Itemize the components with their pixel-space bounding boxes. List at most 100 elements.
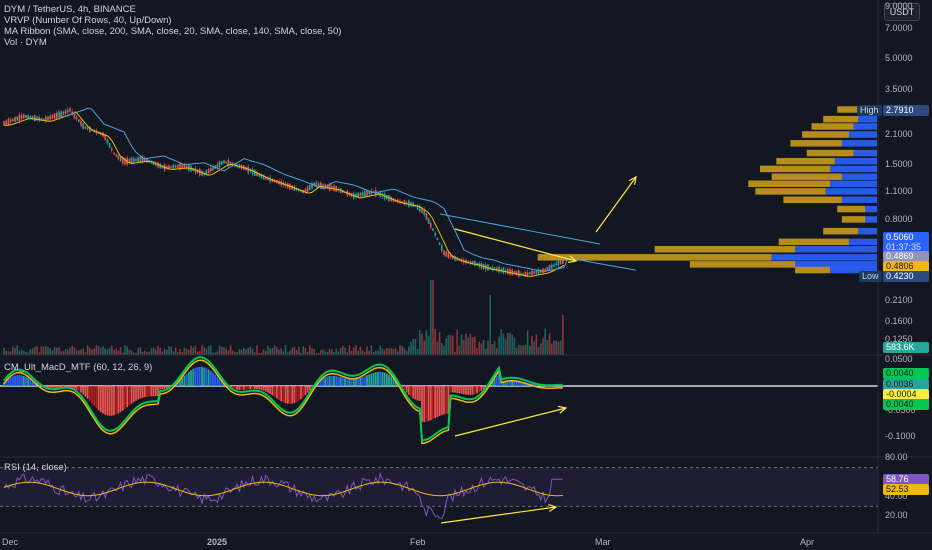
vp-row-down (795, 266, 831, 274)
macd-histogram-bar (124, 386, 126, 409)
macd-histogram-bar (330, 375, 333, 386)
volume-bar (544, 328, 546, 355)
time-tick-label: Apr (800, 537, 815, 547)
volume-bar (381, 347, 384, 355)
candle-body (509, 269, 511, 275)
candle-body (113, 152, 115, 155)
volume-bar (355, 345, 357, 355)
candle-body (108, 143, 111, 148)
volume-bar (555, 340, 557, 355)
macd-histogram-bar (201, 366, 203, 386)
volume-bar (218, 345, 221, 355)
vp-row-down (790, 140, 842, 147)
volume-bars (3, 280, 564, 355)
candle-body (78, 119, 80, 123)
volume-bar (522, 345, 524, 355)
candle-body (53, 113, 56, 119)
vp-row-up (830, 180, 877, 187)
macd-histogram-bar (18, 375, 21, 386)
volume-bar (104, 348, 106, 355)
macd-histogram-bar (9, 377, 12, 386)
macd-histogram-bar (361, 377, 364, 386)
volume-bar (359, 346, 362, 355)
volume-bar (553, 340, 555, 355)
volume-bar (157, 345, 159, 355)
volume-bar (62, 351, 65, 355)
candle-body (507, 268, 509, 274)
macd-histogram-bar (429, 386, 432, 421)
candle-body (408, 200, 410, 207)
volume-bar (452, 335, 454, 355)
candle-body (9, 119, 12, 123)
volume-tick-label: 0.1600 (885, 316, 913, 326)
time-tick-label: 2025 (207, 537, 228, 547)
volume-bar (324, 351, 326, 355)
candle-body (412, 202, 414, 207)
volume-bar (194, 345, 197, 355)
volume-bar (31, 348, 34, 355)
macd-histogram-bar (322, 378, 324, 386)
volume-bar (238, 348, 241, 355)
macd-histogram-bar (119, 386, 122, 413)
volume-bar (293, 346, 296, 355)
volume-bar (276, 347, 278, 355)
symbol-title[interactable]: DYM / TetherUS, 4h, BINANCE (4, 4, 136, 15)
volume-bar (445, 338, 447, 355)
macd-histogram-bar (198, 366, 201, 386)
volume-bar (546, 339, 549, 355)
rsi-legend[interactable]: RSI (14, close) (4, 462, 67, 473)
macd-histogram-bar (372, 372, 375, 386)
volume-bar (469, 333, 472, 355)
volume-bar (75, 350, 78, 355)
volume-bar (511, 334, 513, 355)
volume-bar (309, 345, 311, 355)
macd-histogram-bar (355, 378, 357, 386)
vp-row-up (858, 227, 877, 235)
chart-canvas[interactable] (0, 0, 932, 550)
vp-row-down (654, 246, 796, 253)
volume-bar (427, 335, 430, 355)
candle-body (84, 126, 87, 129)
vrvp-legend[interactable]: VRVP (Number Of Rows, 40, Up/Down) (4, 15, 172, 26)
macd-histogram-bar (196, 367, 199, 386)
volume-bar (438, 331, 441, 355)
macd-histogram-bar (273, 386, 276, 398)
volume-bar (348, 345, 351, 355)
candle-body (526, 272, 529, 276)
macd-histogram-bar (192, 368, 195, 386)
vp-row-down (823, 227, 859, 235)
vp-row-down (811, 123, 854, 130)
volume-legend[interactable]: Vol · DYM (4, 37, 47, 48)
volume-bar (185, 348, 188, 355)
vp-row-up (830, 165, 877, 173)
macd-histogram-bar (440, 386, 443, 416)
candle-body (309, 184, 311, 191)
vp-row-up (865, 205, 877, 213)
macd-histogram-bar (458, 386, 461, 394)
candle-body (557, 260, 560, 266)
macd-histogram-bar (405, 386, 408, 393)
volume-bar (298, 346, 300, 355)
volume-bar (465, 333, 467, 355)
volume-bar (493, 341, 496, 355)
macd-histogram-bar (289, 386, 291, 404)
rsi-pane (0, 467, 878, 520)
macd-histogram-bar (154, 386, 157, 397)
volume-bar (421, 333, 423, 355)
candle-body (34, 115, 36, 122)
volume-bar (227, 350, 230, 355)
breakout-arrow (595, 176, 637, 233)
vp-row-up (848, 238, 877, 246)
vp-row-down (776, 157, 835, 165)
volume-bar (443, 346, 445, 355)
volume-bar (383, 349, 386, 355)
macd-histogram-bar (295, 386, 298, 403)
vp-row-down (841, 216, 866, 223)
macd-legend[interactable]: CM_Ult_MacD_MTF (60, 12, 26, 9) (4, 362, 152, 373)
ma-ribbon-legend[interactable]: MA Ribbon (SMA, close, 200, SMA, close, … (4, 26, 341, 37)
macd-histogram-bar (11, 376, 14, 386)
volume-bar (5, 350, 7, 355)
volume-bar (416, 348, 419, 355)
macd-histogram-bar (249, 386, 252, 390)
macd-histogram-bar (194, 367, 197, 386)
